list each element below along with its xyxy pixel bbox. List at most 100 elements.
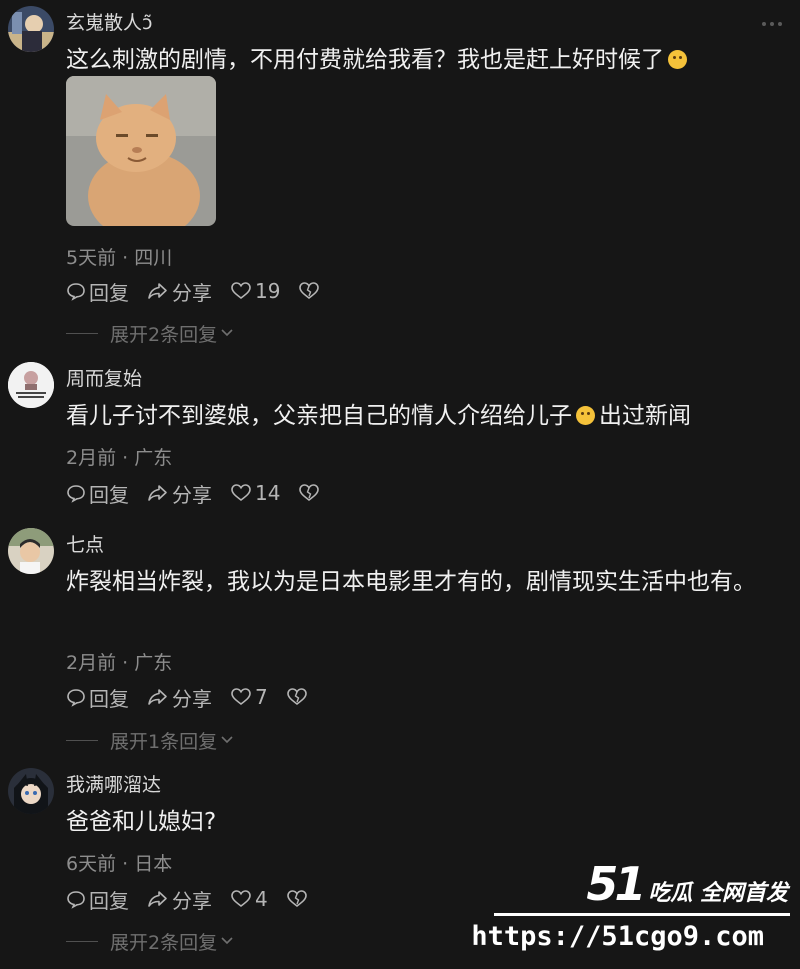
reply-label: 回复 <box>89 888 129 913</box>
speech-bubble-icon <box>67 283 85 301</box>
more-options-icon[interactable] <box>762 22 782 26</box>
comment-text: 爸爸和儿媳妇? <box>66 804 778 840</box>
comment-meta: 6天前 · 日本 <box>66 853 173 875</box>
comment-item: 七点 炸裂相当炸裂，我以为是日本电影里才有的，剧情现实生活中也有。 2月前 · … <box>0 518 800 760</box>
avatar[interactable] <box>8 6 54 52</box>
like-button[interactable]: 4 <box>230 887 268 911</box>
comment-text: 炸裂相当炸裂，我以为是日本电影里才有的，剧情现实生活中也有。 <box>66 564 778 600</box>
heart-icon <box>231 484 251 502</box>
avatar[interactable] <box>8 768 54 814</box>
reply-button[interactable]: 回复 <box>66 479 129 508</box>
watermark: 51 吃瓜 全网首发 https://51cgo9.com <box>471 857 794 963</box>
comment-actions: 回复 分享 4 <box>66 885 329 914</box>
comment-meta: 2月前 · 广东 <box>66 447 173 469</box>
expand-replies-button[interactable]: 展开1条回复 <box>66 727 234 753</box>
broken-heart-icon <box>286 688 307 706</box>
like-button[interactable]: 14 <box>230 481 280 505</box>
share-arrow-icon <box>148 891 167 907</box>
comment-item: 玄嵬散人ↄ̃ 这么刺激的剧情，不用付费就给我看？我也是赶上好时候了 5天前 · … <box>0 0 800 350</box>
speech-bubble-icon <box>67 485 85 503</box>
like-button[interactable]: 7 <box>230 685 268 709</box>
username[interactable]: 我满哪溜达 <box>66 770 161 797</box>
divider <box>66 332 98 334</box>
broken-heart-icon <box>299 484 320 502</box>
reply-button[interactable]: 回复 <box>66 277 129 306</box>
avatar-image-icon <box>8 528 54 574</box>
comment-text-part: 炸裂相当炸裂，我以为是日本电影里才有的，剧情现实生活中也有。 <box>66 569 756 595</box>
comment-actions: 回复 分享 14 <box>66 479 341 508</box>
comment-actions: 回复 分享 7 <box>66 683 329 712</box>
comment-actions: 回复 分享 19 <box>66 277 341 306</box>
comment-text: 看儿子讨不到婆娘，父亲把自己的情人介绍给儿子 出过新闻 <box>66 398 778 434</box>
broken-heart-icon <box>286 890 307 908</box>
watermark-divider <box>494 913 790 916</box>
chevron-down-icon <box>221 937 233 945</box>
comment-text-part: 出过新闻 <box>599 403 691 429</box>
comment-meta: 2月前 · 广东 <box>66 652 173 674</box>
reply-label: 回复 <box>89 686 129 711</box>
share-button[interactable]: 分享 <box>147 683 212 712</box>
username[interactable]: 周而复始 <box>66 364 142 391</box>
grimacing-face-emoji-icon <box>576 406 595 425</box>
comment-image[interactable] <box>66 76 216 226</box>
reply-button[interactable]: 回复 <box>66 683 129 712</box>
share-button[interactable]: 分享 <box>147 277 212 306</box>
expand-replies-label: 展开2条回复 <box>110 323 218 346</box>
dislike-button[interactable] <box>298 281 323 301</box>
reply-label: 回复 <box>89 280 129 305</box>
like-button[interactable]: 19 <box>230 279 280 303</box>
dislike-button[interactable] <box>298 483 323 503</box>
avatar-image-icon <box>8 362 54 408</box>
crying-face-emoji-icon <box>668 50 687 69</box>
username[interactable]: 玄嵬散人ↄ̃ <box>66 8 152 35</box>
share-label: 分享 <box>172 888 212 913</box>
chevron-down-icon <box>221 736 233 744</box>
avatar[interactable] <box>8 362 54 408</box>
reply-label: 回复 <box>89 482 129 507</box>
comment-text-part: 看儿子讨不到婆娘，父亲把自己的情人介绍给儿子 <box>66 403 572 429</box>
reply-button[interactable]: 回复 <box>66 885 129 914</box>
expand-replies-label: 展开2条回复 <box>110 931 218 954</box>
broken-heart-icon <box>299 282 320 300</box>
watermark-logo-number: 51 <box>586 857 646 911</box>
comment-text-part: 这么刺激的剧情，不用付费就给我看？我也是赶上好时候了 <box>66 47 664 73</box>
cat-photo-icon <box>66 76 216 226</box>
comment-item: 周而复始 看儿子讨不到婆娘，父亲把自己的情人介绍给儿子 出过新闻 2月前 · 广东… <box>0 352 800 518</box>
share-label: 分享 <box>172 686 212 711</box>
share-button[interactable]: 分享 <box>147 479 212 508</box>
avatar[interactable] <box>8 528 54 574</box>
username[interactable]: 七点 <box>66 530 104 557</box>
avatar-image-icon <box>8 6 54 52</box>
watermark-logo-text: 吃瓜 全网首发 <box>648 881 788 906</box>
heart-icon <box>231 890 251 908</box>
chevron-down-icon <box>221 329 233 337</box>
divider <box>66 940 98 942</box>
share-arrow-icon <box>148 283 167 299</box>
divider <box>66 739 98 741</box>
speech-bubble-icon <box>67 891 85 909</box>
share-button[interactable]: 分享 <box>147 885 212 914</box>
comment-feed: 玄嵬散人ↄ̃ 这么刺激的剧情，不用付费就给我看？我也是赶上好时候了 5天前 · … <box>0 0 800 969</box>
share-arrow-icon <box>148 485 167 501</box>
watermark-logo: 51 吃瓜 全网首发 <box>586 857 788 911</box>
speech-bubble-icon <box>67 689 85 707</box>
share-arrow-icon <box>148 689 167 705</box>
heart-icon <box>231 282 251 300</box>
avatar-image-icon <box>8 768 54 814</box>
share-label: 分享 <box>172 280 212 305</box>
expand-replies-button[interactable]: 展开2条回复 <box>66 928 234 954</box>
watermark-url: https://51cgo9.com <box>471 921 764 952</box>
like-count: 4 <box>255 887 268 911</box>
comment-text-part: 爸爸和儿媳妇? <box>66 809 217 835</box>
share-label: 分享 <box>172 482 212 507</box>
dislike-button[interactable] <box>286 687 311 707</box>
dislike-button[interactable] <box>286 889 311 909</box>
heart-icon <box>231 688 251 706</box>
comment-meta: 5天前 · 四川 <box>66 247 173 269</box>
expand-replies-label: 展开1条回复 <box>110 730 218 753</box>
comment-text: 这么刺激的剧情，不用付费就给我看？我也是赶上好时候了 <box>66 42 778 78</box>
like-count: 19 <box>255 279 281 303</box>
like-count: 7 <box>255 685 268 709</box>
like-count: 14 <box>255 481 281 505</box>
expand-replies-button[interactable]: 展开2条回复 <box>66 320 234 346</box>
